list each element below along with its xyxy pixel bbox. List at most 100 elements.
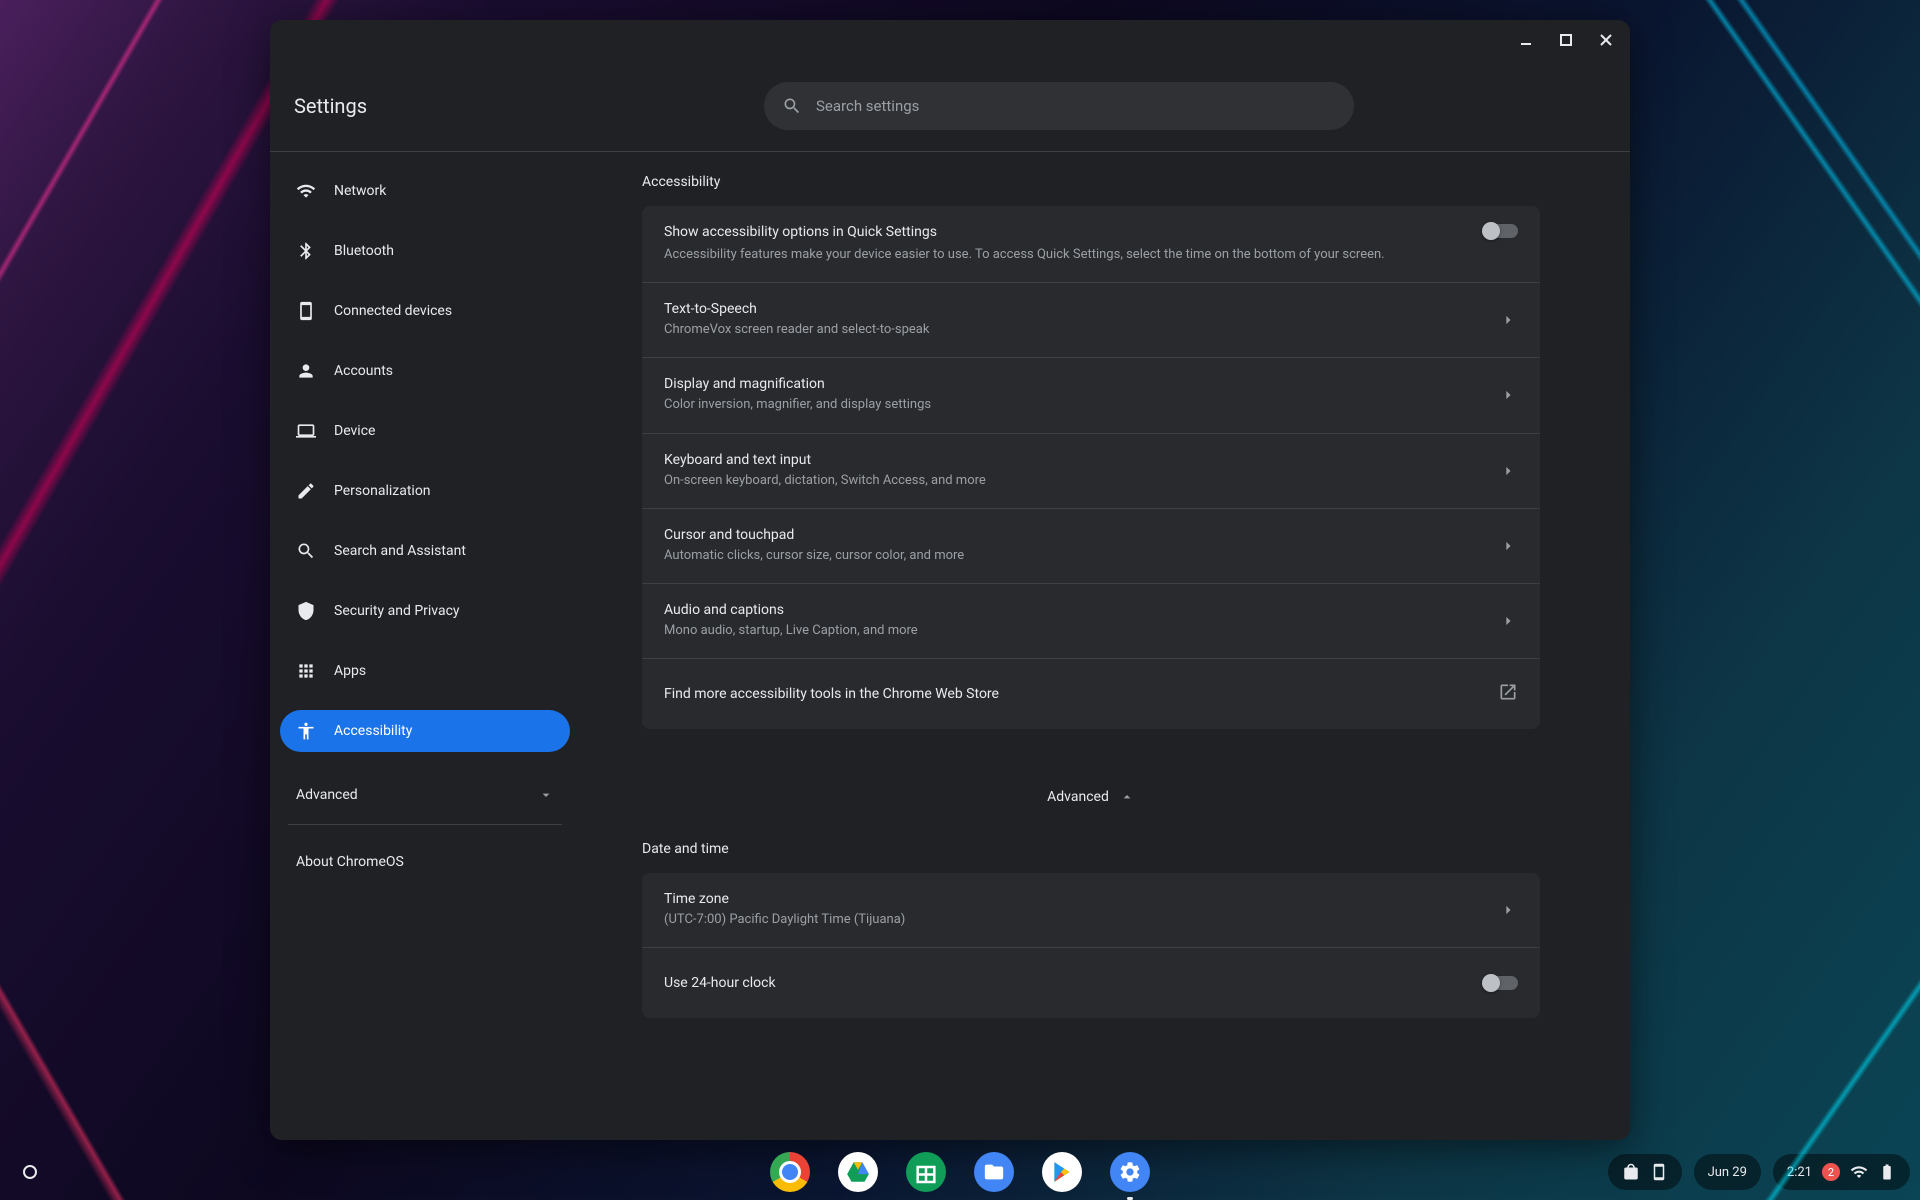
sidebar-item-label: Search and Assistant [334, 543, 466, 559]
wifi-icon [1850, 1163, 1868, 1181]
shelf-right: Jun 29 2:21 2 [1608, 1154, 1910, 1190]
sidebar-about-label: About ChromeOS [296, 854, 404, 870]
battery-icon [1878, 1163, 1896, 1181]
search-input[interactable] [816, 97, 1336, 115]
devices-icon [296, 301, 316, 321]
section-title-datetime: Date and time [642, 841, 1540, 857]
sidebar-item-accessibility[interactable]: Accessibility [280, 710, 570, 752]
chevron-right-icon [1498, 461, 1518, 481]
launcher-icon [23, 1165, 37, 1179]
chevron-right-icon [1498, 385, 1518, 405]
row-subtitle: (UTC-7:00) Pacific Daylight Time (Tijuan… [664, 911, 1498, 929]
row-subtitle: Accessibility features make your device … [664, 246, 1484, 264]
phone-icon [1650, 1163, 1668, 1181]
shelf-app-row [770, 1152, 1150, 1192]
chevron-down-icon [538, 787, 554, 803]
sidebar: Network Bluetooth Connected devices Acco… [270, 152, 580, 1140]
row-title: Time zone [664, 891, 1498, 907]
sidebar-item-label: Personalization [334, 483, 431, 499]
notification-badge: 2 [1822, 1163, 1840, 1181]
bluetooth-icon [296, 241, 316, 261]
sidebar-item-label: Bluetooth [334, 243, 394, 259]
sidebar-item-bluetooth[interactable]: Bluetooth [280, 230, 570, 272]
row-keyboard-text-input[interactable]: Keyboard and text input On-screen keyboa… [642, 434, 1540, 509]
sidebar-advanced-toggle[interactable]: Advanced [280, 774, 570, 816]
sidebar-item-search-assistant[interactable]: Search and Assistant [280, 530, 570, 572]
open-in-new-icon [1498, 682, 1518, 706]
row-subtitle: Mono audio, startup, Live Caption, and m… [664, 622, 1498, 640]
minimize-button[interactable] [1510, 24, 1542, 56]
row-title: Text-to-Speech [664, 301, 1498, 317]
toggle-24hour-clock[interactable] [1484, 976, 1518, 990]
row-24hour-clock[interactable]: Use 24-hour clock [642, 948, 1540, 1018]
sidebar-item-about[interactable]: About ChromeOS [280, 841, 570, 883]
sheets-icon [906, 1152, 946, 1192]
tote-tray-button[interactable] [1608, 1154, 1682, 1190]
chevron-right-icon [1498, 536, 1518, 556]
app-play-store[interactable] [1042, 1152, 1082, 1192]
window-titlebar [270, 20, 1630, 60]
sidebar-item-connected-devices[interactable]: Connected devices [280, 290, 570, 332]
main-content: Accessibility Show accessibility options… [580, 152, 1630, 1140]
row-timezone[interactable]: Time zone (UTC-7:00) Pacific Daylight Ti… [642, 873, 1540, 948]
sidebar-item-apps[interactable]: Apps [280, 650, 570, 692]
chevron-up-icon [1119, 789, 1135, 805]
app-chrome[interactable] [770, 1152, 810, 1192]
main-advanced-toggle[interactable]: Advanced [642, 789, 1540, 805]
datetime-card: Time zone (UTC-7:00) Pacific Daylight Ti… [642, 873, 1540, 1018]
row-webstore-link[interactable]: Find more accessibility tools in the Chr… [642, 659, 1540, 729]
desktop-wallpaper: Settings Network Bluetooth Connected dev… [0, 0, 1920, 1200]
app-title: Settings [294, 94, 574, 118]
date-pill[interactable]: Jun 29 [1694, 1154, 1761, 1190]
chevron-right-icon [1498, 900, 1518, 920]
search-bar[interactable] [764, 82, 1354, 130]
play-icon [1049, 1159, 1075, 1185]
sidebar-item-security-privacy[interactable]: Security and Privacy [280, 590, 570, 632]
drive-icon [845, 1159, 871, 1185]
row-text-to-speech[interactable]: Text-to-Speech ChromeVox screen reader a… [642, 283, 1540, 358]
app-files[interactable] [974, 1152, 1014, 1192]
laptop-icon [296, 421, 316, 441]
shield-icon [296, 601, 316, 621]
sidebar-divider [288, 824, 562, 825]
sidebar-item-device[interactable]: Device [280, 410, 570, 452]
main-advanced-label: Advanced [1047, 789, 1109, 805]
shelf-time: 2:21 [1787, 1165, 1812, 1180]
row-cursor-touchpad[interactable]: Cursor and touchpad Automatic clicks, cu… [642, 509, 1540, 584]
app-sheets[interactable] [906, 1152, 946, 1192]
sidebar-item-accounts[interactable]: Accounts [280, 350, 570, 392]
row-display-magnification[interactable]: Display and magnification Color inversio… [642, 358, 1540, 433]
window-body: Network Bluetooth Connected devices Acco… [270, 152, 1630, 1140]
tote-icon [1622, 1163, 1640, 1181]
row-title: Display and magnification [664, 376, 1498, 392]
app-drive[interactable] [838, 1152, 878, 1192]
row-quick-settings-accessibility[interactable]: Show accessibility options in Quick Sett… [642, 206, 1540, 283]
apps-icon [296, 661, 316, 681]
row-title: Audio and captions [664, 602, 1498, 618]
accessibility-card: Show accessibility options in Quick Sett… [642, 206, 1540, 729]
row-audio-captions[interactable]: Audio and captions Mono audio, startup, … [642, 584, 1540, 659]
toggle-quick-settings-accessibility[interactable] [1484, 224, 1518, 238]
maximize-icon [1558, 32, 1574, 48]
row-title: Keyboard and text input [664, 452, 1498, 468]
status-tray[interactable]: 2:21 2 [1773, 1154, 1910, 1190]
person-icon [296, 361, 316, 381]
section-title-accessibility: Accessibility [642, 174, 1540, 190]
sidebar-item-network[interactable]: Network [280, 170, 570, 212]
chevron-right-icon [1498, 611, 1518, 631]
close-button[interactable] [1590, 24, 1622, 56]
sidebar-item-personalization[interactable]: Personalization [280, 470, 570, 512]
pencil-icon [296, 481, 316, 501]
launcher-button[interactable] [10, 1152, 50, 1192]
shelf-date: Jun 29 [1708, 1165, 1747, 1180]
maximize-button[interactable] [1550, 24, 1582, 56]
row-title: Find more accessibility tools in the Chr… [664, 686, 1498, 702]
search-icon [296, 541, 316, 561]
app-settings[interactable] [1110, 1152, 1150, 1192]
sidebar-item-label: Accessibility [334, 723, 412, 739]
sidebar-item-label: Network [334, 183, 386, 199]
row-subtitle: On-screen keyboard, dictation, Switch Ac… [664, 472, 1498, 490]
row-subtitle: ChromeVox screen reader and select-to-sp… [664, 321, 1498, 339]
window-header: Settings [270, 60, 1630, 152]
accessibility-icon [296, 721, 316, 741]
